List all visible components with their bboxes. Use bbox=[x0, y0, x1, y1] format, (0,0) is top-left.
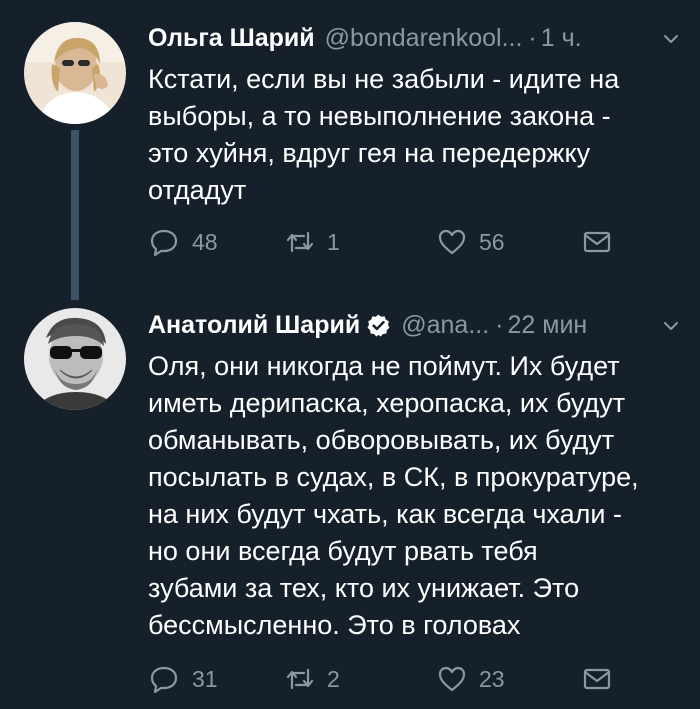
retweet-button[interactable]: 1 bbox=[285, 227, 340, 257]
retweet-icon bbox=[286, 668, 314, 690]
like-count: 23 bbox=[479, 665, 505, 692]
avatar[interactable] bbox=[24, 308, 126, 410]
envelope-icon bbox=[583, 231, 611, 253]
retweet-count: 1 bbox=[327, 228, 340, 255]
tweet-anatoly[interactable]: Анатолий Шарий @ana... · 22 мин Оля, они… bbox=[0, 300, 700, 709]
retweet-count: 2 bbox=[327, 665, 340, 692]
envelope-icon bbox=[583, 668, 611, 690]
tweet-actions: 48 1 56 bbox=[150, 227, 680, 263]
like-count: 56 bbox=[479, 228, 505, 255]
timestamp[interactable]: 1 ч. bbox=[541, 24, 582, 53]
reply-button[interactable]: 48 bbox=[150, 227, 218, 257]
retweet-button[interactable]: 2 bbox=[285, 664, 340, 694]
separator-dot: · bbox=[495, 310, 504, 339]
tweet-actions: 31 2 23 bbox=[150, 664, 680, 700]
chevron-down-icon[interactable] bbox=[662, 317, 680, 335]
avatar[interactable] bbox=[24, 22, 126, 124]
timestamp[interactable]: 22 мин bbox=[508, 311, 588, 340]
retweet-icon bbox=[286, 231, 314, 253]
author-handle[interactable]: @bondarenkool... bbox=[325, 24, 523, 53]
reply-icon bbox=[150, 666, 178, 694]
avatar-anatoly-image bbox=[24, 308, 126, 410]
avatar-olga-image bbox=[24, 22, 126, 124]
heart-icon bbox=[438, 666, 466, 692]
tweet-content: Анатолий Шарий @ana... · 22 мин Оля, они… bbox=[148, 305, 680, 644]
tweet-header: Анатолий Шарий @ana... · 22 мин bbox=[148, 305, 680, 345]
author-name[interactable]: Ольга Шарий bbox=[148, 24, 315, 53]
tweet-olga[interactable]: Ольга Шарий @bondarenkool... · 1 ч. Кста… bbox=[0, 0, 700, 300]
tweet-text: Оля, они никогда не поймут. Их будет име… bbox=[148, 351, 639, 640]
author-handle[interactable]: @ana... bbox=[401, 311, 489, 340]
direct-message-button[interactable] bbox=[582, 227, 612, 257]
like-button[interactable]: 23 bbox=[437, 664, 505, 694]
thread-connector-line bbox=[71, 130, 79, 300]
tweet-header: Ольга Шарий @bondarenkool... · 1 ч. bbox=[148, 18, 680, 58]
verified-badge-icon bbox=[367, 314, 390, 337]
tweet-content: Ольга Шарий @bondarenkool... · 1 ч. Кста… bbox=[148, 18, 680, 209]
chevron-down-icon[interactable] bbox=[662, 30, 680, 48]
reply-button[interactable]: 31 bbox=[150, 664, 218, 694]
separator-dot: · bbox=[528, 23, 537, 52]
tweet-text: Кстати, если вы не забыли - идите на выб… bbox=[148, 64, 620, 205]
author-name[interactable]: Анатолий Шарий bbox=[148, 311, 360, 340]
heart-icon bbox=[438, 229, 466, 255]
reply-icon bbox=[150, 229, 178, 257]
reply-count: 31 bbox=[192, 665, 218, 692]
reply-count: 48 bbox=[192, 228, 218, 255]
like-button[interactable]: 56 bbox=[437, 227, 505, 257]
direct-message-button[interactable] bbox=[582, 664, 612, 694]
